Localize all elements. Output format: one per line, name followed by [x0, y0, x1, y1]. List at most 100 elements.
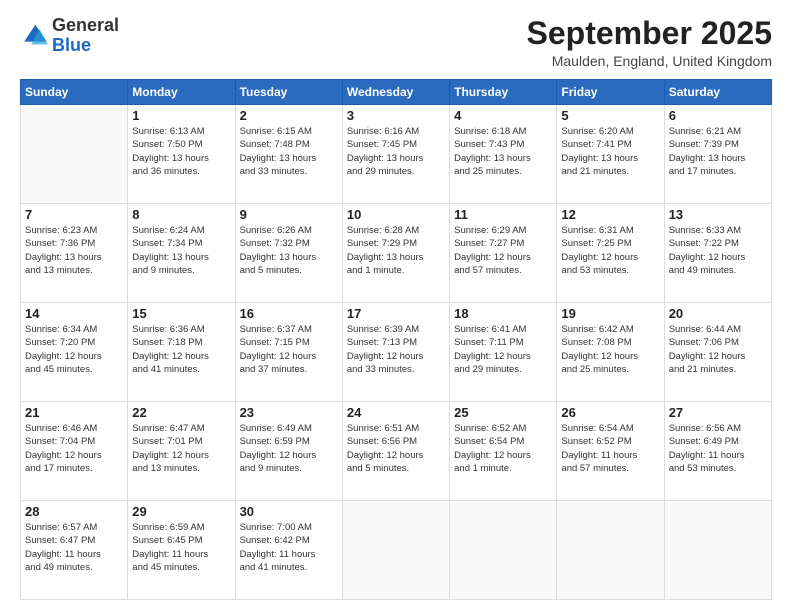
day-number-w1-d0: 7	[25, 207, 123, 222]
day-number-w3-d4: 25	[454, 405, 552, 420]
day-number-w4-d2: 30	[240, 504, 338, 519]
header-saturday: Saturday	[664, 80, 771, 105]
cell-w0-d5: 5Sunrise: 6:20 AM Sunset: 7:41 PM Daylig…	[557, 105, 664, 204]
header-tuesday: Tuesday	[235, 80, 342, 105]
day-number-w3-d2: 23	[240, 405, 338, 420]
cell-w4-d3	[342, 501, 449, 600]
week-row-3: 21Sunrise: 6:46 AM Sunset: 7:04 PM Dayli…	[21, 402, 772, 501]
day-number-w2-d0: 14	[25, 306, 123, 321]
day-info-w1-d2: Sunrise: 6:26 AM Sunset: 7:32 PM Dayligh…	[240, 224, 338, 277]
week-row-0: 1 Sunrise: 6:13 AM Sunset: 7:50 PM Daylig…	[21, 105, 772, 204]
day-info-w0-d3: Sunrise: 6:16 AM Sunset: 7:45 PM Dayligh…	[347, 125, 445, 178]
cell-w3-d6: 27Sunrise: 6:56 AM Sunset: 6:49 PM Dayli…	[664, 402, 771, 501]
day-info-w3-d1: Sunrise: 6:47 AM Sunset: 7:01 PM Dayligh…	[132, 422, 230, 475]
day-number-w2-d2: 16	[240, 306, 338, 321]
day-number-w3-d3: 24	[347, 405, 445, 420]
day-info-w3-d3: Sunrise: 6:51 AM Sunset: 6:56 PM Dayligh…	[347, 422, 445, 475]
day-info-w0-d1: Sunrise: 6:13 AM Sunset: 7:50 PM Dayligh…	[132, 125, 230, 178]
day-number-w0-d4: 4	[454, 108, 552, 123]
cell-w4-d1: 29 Sunrise: 6:59 AM Sunset: 6:45 PM Dayli…	[128, 501, 235, 600]
cell-w3-d5: 26 Sunrise: 6:54 AM Sunset: 6:52 PM Dayli…	[557, 402, 664, 501]
calendar-table: Sunday Monday Tuesday Wednesday Thursday…	[20, 79, 772, 600]
header-friday: Friday	[557, 80, 664, 105]
cell-w4-d0: 28Sunrise: 6:57 AM Sunset: 6:47 PM Dayli…	[21, 501, 128, 600]
day-info-w1-d1: Sunrise: 6:24 AM Sunset: 7:34 PM Dayligh…	[132, 224, 230, 277]
cell-w0-d0	[21, 105, 128, 204]
day-number-w2-d6: 20	[669, 306, 767, 321]
day-info-w1-d4: Sunrise: 6:29 AM Sunset: 7:27 PM Dayligh…	[454, 224, 552, 277]
day-number-w1-d6: 13	[669, 207, 767, 222]
cell-w0-d4: 4 Sunrise: 6:18 AM Sunset: 7:43 PM Daylig…	[450, 105, 557, 204]
day-number-w1-d4: 11	[454, 207, 552, 222]
cell-w2-d1: 15Sunrise: 6:36 AM Sunset: 7:18 PM Dayli…	[128, 303, 235, 402]
day-number-w1-d3: 10	[347, 207, 445, 222]
title-block: September 2025 Maulden, England, United …	[527, 16, 772, 69]
day-info-w1-d5: Sunrise: 6:31 AM Sunset: 7:25 PM Dayligh…	[561, 224, 659, 277]
logo-blue-text: Blue	[52, 35, 91, 55]
logo: General Blue	[20, 16, 119, 56]
day-info-w2-d4: Sunrise: 6:41 AM Sunset: 7:11 PM Dayligh…	[454, 323, 552, 376]
page: General Blue September 2025 Maulden, Eng…	[0, 0, 792, 612]
logo-icon	[20, 22, 48, 50]
day-number-w4-d1: 29	[132, 504, 230, 519]
day-info-w3-d5: Sunrise: 6:54 AM Sunset: 6:52 PM Dayligh…	[561, 422, 659, 475]
header: General Blue September 2025 Maulden, Eng…	[20, 16, 772, 69]
logo-general-text: General	[52, 15, 119, 35]
day-number-w1-d2: 9	[240, 207, 338, 222]
cell-w0-d3: 3 Sunrise: 6:16 AM Sunset: 7:45 PM Daylig…	[342, 105, 449, 204]
cell-w1-d3: 10 Sunrise: 6:28 AM Sunset: 7:29 PM Dayli…	[342, 204, 449, 303]
month-title: September 2025	[527, 16, 772, 51]
day-info-w3-d4: Sunrise: 6:52 AM Sunset: 6:54 PM Dayligh…	[454, 422, 552, 475]
logo-text: General Blue	[52, 16, 119, 56]
day-info-w4-d1: Sunrise: 6:59 AM Sunset: 6:45 PM Dayligh…	[132, 521, 230, 574]
day-info-w2-d0: Sunrise: 6:34 AM Sunset: 7:20 PM Dayligh…	[25, 323, 123, 376]
day-info-w1-d6: Sunrise: 6:33 AM Sunset: 7:22 PM Dayligh…	[669, 224, 767, 277]
day-info-w0-d6: Sunrise: 6:21 AM Sunset: 7:39 PM Dayligh…	[669, 125, 767, 178]
cell-w1-d5: 12Sunrise: 6:31 AM Sunset: 7:25 PM Dayli…	[557, 204, 664, 303]
header-wednesday: Wednesday	[342, 80, 449, 105]
cell-w3-d3: 24 Sunrise: 6:51 AM Sunset: 6:56 PM Dayli…	[342, 402, 449, 501]
cell-w4-d4	[450, 501, 557, 600]
cell-w2-d4: 18Sunrise: 6:41 AM Sunset: 7:11 PM Dayli…	[450, 303, 557, 402]
day-number-w0-d3: 3	[347, 108, 445, 123]
day-number-w0-d5: 5	[561, 108, 659, 123]
day-info-w2-d6: Sunrise: 6:44 AM Sunset: 7:06 PM Dayligh…	[669, 323, 767, 376]
day-info-w2-d2: Sunrise: 6:37 AM Sunset: 7:15 PM Dayligh…	[240, 323, 338, 376]
week-row-1: 7 Sunrise: 6:23 AM Sunset: 7:36 PM Daylig…	[21, 204, 772, 303]
location: Maulden, England, United Kingdom	[527, 53, 772, 69]
day-number-w0-d2: 2	[240, 108, 338, 123]
day-number-w3-d6: 27	[669, 405, 767, 420]
cell-w2-d2: 16 Sunrise: 6:37 AM Sunset: 7:15 PM Dayli…	[235, 303, 342, 402]
cell-w3-d4: 25 Sunrise: 6:52 AM Sunset: 6:54 PM Dayli…	[450, 402, 557, 501]
day-info-w0-d2: Sunrise: 6:15 AM Sunset: 7:48 PM Dayligh…	[240, 125, 338, 178]
day-number-w3-d5: 26	[561, 405, 659, 420]
cell-w1-d2: 9 Sunrise: 6:26 AM Sunset: 7:32 PM Daylig…	[235, 204, 342, 303]
header-sunday: Sunday	[21, 80, 128, 105]
cell-w4-d2: 30 Sunrise: 7:00 AM Sunset: 6:42 PM Dayli…	[235, 501, 342, 600]
day-number-w2-d3: 17	[347, 306, 445, 321]
cell-w1-d6: 13 Sunrise: 6:33 AM Sunset: 7:22 PM Dayli…	[664, 204, 771, 303]
cell-w2-d5: 19Sunrise: 6:42 AM Sunset: 7:08 PM Dayli…	[557, 303, 664, 402]
day-number-w3-d1: 22	[132, 405, 230, 420]
cell-w2-d3: 17Sunrise: 6:39 AM Sunset: 7:13 PM Dayli…	[342, 303, 449, 402]
day-info-w1-d0: Sunrise: 6:23 AM Sunset: 7:36 PM Dayligh…	[25, 224, 123, 277]
cell-w2-d0: 14 Sunrise: 6:34 AM Sunset: 7:20 PM Dayli…	[21, 303, 128, 402]
cell-w1-d1: 8Sunrise: 6:24 AM Sunset: 7:34 PM Daylig…	[128, 204, 235, 303]
week-row-2: 14 Sunrise: 6:34 AM Sunset: 7:20 PM Dayli…	[21, 303, 772, 402]
header-thursday: Thursday	[450, 80, 557, 105]
cell-w3-d2: 23 Sunrise: 6:49 AM Sunset: 6:59 PM Dayli…	[235, 402, 342, 501]
day-number-w0-d1: 1	[132, 108, 230, 123]
cell-w0-d2: 2 Sunrise: 6:15 AM Sunset: 7:48 PM Daylig…	[235, 105, 342, 204]
day-info-w1-d3: Sunrise: 6:28 AM Sunset: 7:29 PM Dayligh…	[347, 224, 445, 277]
day-info-w3-d2: Sunrise: 6:49 AM Sunset: 6:59 PM Dayligh…	[240, 422, 338, 475]
weekday-header-row: Sunday Monday Tuesday Wednesday Thursday…	[21, 80, 772, 105]
day-info-w4-d2: Sunrise: 7:00 AM Sunset: 6:42 PM Dayligh…	[240, 521, 338, 574]
day-number-w2-d1: 15	[132, 306, 230, 321]
cell-w0-d6: 6Sunrise: 6:21 AM Sunset: 7:39 PM Daylig…	[664, 105, 771, 204]
cell-w1-d0: 7 Sunrise: 6:23 AM Sunset: 7:36 PM Daylig…	[21, 204, 128, 303]
day-number-w3-d0: 21	[25, 405, 123, 420]
week-row-4: 28Sunrise: 6:57 AM Sunset: 6:47 PM Dayli…	[21, 501, 772, 600]
day-info-w0-d4: Sunrise: 6:18 AM Sunset: 7:43 PM Dayligh…	[454, 125, 552, 178]
cell-w0-d1: 1 Sunrise: 6:13 AM Sunset: 7:50 PM Daylig…	[128, 105, 235, 204]
day-info-w2-d5: Sunrise: 6:42 AM Sunset: 7:08 PM Dayligh…	[561, 323, 659, 376]
